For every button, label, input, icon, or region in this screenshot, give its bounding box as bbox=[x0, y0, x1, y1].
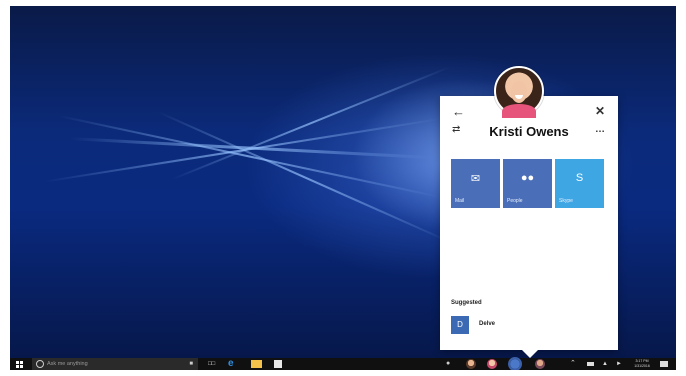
avatar-face bbox=[511, 81, 527, 103]
pinned-contact-avatar-active[interactable] bbox=[508, 357, 522, 370]
desktop: ← ✕ ⇄ … Kristi Owens ✉ Mail ●● People S … bbox=[10, 6, 676, 370]
edge-icon[interactable]: e bbox=[228, 358, 234, 370]
suggested-heading: Suggested bbox=[451, 300, 482, 306]
close-icon[interactable]: ✕ bbox=[595, 105, 605, 117]
tile-label: People bbox=[507, 198, 523, 204]
file-explorer-icon[interactable] bbox=[251, 360, 262, 368]
clock[interactable]: 3:17 PM 1/31/2016 bbox=[630, 359, 654, 370]
tile-label: Skype bbox=[559, 198, 573, 204]
mail-icon: ✉ bbox=[470, 173, 481, 185]
search-box[interactable]: Ask me anything ■ bbox=[32, 358, 198, 370]
delve-icon: D bbox=[451, 316, 469, 334]
skype-icon: S bbox=[575, 172, 584, 184]
contact-name: Kristi Owens bbox=[489, 124, 569, 139]
flyout-pointer bbox=[522, 350, 538, 358]
taskbar: Ask me anything ■ □□ e ● ⌃ ▲ ► 3:17 PM 1… bbox=[10, 357, 676, 370]
search-placeholder: Ask me anything bbox=[47, 361, 88, 367]
pinned-contact-avatar[interactable] bbox=[466, 359, 476, 369]
back-arrow-icon[interactable]: ← bbox=[452, 105, 465, 118]
microphone-icon[interactable]: ■ bbox=[189, 358, 193, 370]
network-icon[interactable]: ▲ bbox=[602, 358, 608, 370]
battery-icon[interactable] bbox=[587, 362, 594, 366]
wallpaper-light-ray bbox=[157, 110, 451, 243]
avatar-shirt bbox=[502, 104, 536, 118]
tile-label: Mail bbox=[455, 198, 465, 204]
chevron-up-icon[interactable]: ⌃ bbox=[570, 358, 576, 370]
people-icon: ●● bbox=[520, 172, 535, 184]
pinned-contact-avatar[interactable] bbox=[535, 359, 545, 369]
task-view-icon[interactable]: □□ bbox=[208, 358, 215, 370]
clock-date: 1/31/2016 bbox=[634, 364, 650, 368]
contact-avatar bbox=[494, 66, 544, 118]
people-flyout: ← ✕ ⇄ … Kristi Owens ✉ Mail ●● People S … bbox=[440, 96, 618, 358]
pinned-contact-avatar[interactable] bbox=[487, 359, 497, 369]
cortana-icon bbox=[36, 360, 44, 368]
suggested-app-label: Delve bbox=[479, 321, 496, 327]
volume-icon[interactable]: ► bbox=[616, 358, 622, 370]
start-icon[interactable] bbox=[15, 358, 25, 370]
mail-tile[interactable]: ✉ Mail bbox=[451, 159, 500, 208]
skype-tile[interactable]: S Skype bbox=[555, 159, 604, 208]
people-tile[interactable]: ●● People bbox=[503, 159, 552, 208]
store-icon[interactable] bbox=[274, 360, 282, 368]
action-center-icon[interactable] bbox=[660, 361, 668, 367]
people-icon[interactable]: ● bbox=[446, 358, 450, 370]
